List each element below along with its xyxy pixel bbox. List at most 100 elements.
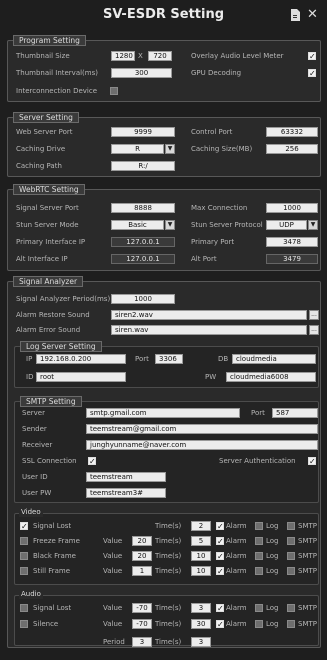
audio-smtp-checkbox[interactable] bbox=[287, 604, 295, 612]
audio-log-checkbox[interactable] bbox=[255, 604, 263, 612]
primary-interface-ip-input[interactable]: 127.0.0.1 bbox=[111, 237, 175, 247]
smtp-sender-input[interactable]: teemstream@gmail.com bbox=[86, 424, 318, 434]
smtp-server-label: Server bbox=[22, 409, 45, 417]
alarm-restore-browse-button[interactable]: ... bbox=[309, 310, 319, 320]
alt-interface-ip-label: Alt Interface IP bbox=[16, 255, 68, 263]
caching-size-input[interactable]: 256 bbox=[266, 144, 318, 154]
max-connection-input[interactable]: 1000 bbox=[266, 203, 318, 213]
log-port-input[interactable]: 3306 bbox=[155, 354, 183, 364]
ssl-connection-checkbox[interactable]: ✓ bbox=[88, 457, 96, 466]
audio-smtp-checkbox[interactable] bbox=[287, 620, 295, 628]
video-value-input[interactable]: 1 bbox=[132, 566, 152, 576]
save-icon[interactable] bbox=[290, 9, 300, 25]
video-time-input[interactable]: 10 bbox=[191, 551, 211, 561]
log-db-input[interactable]: cloudmedia bbox=[232, 354, 316, 364]
analyzer-period-label: Signal Analyzer Period(ms) bbox=[16, 295, 111, 303]
stun-protocol-chevron-down-icon[interactable]: ▼ bbox=[308, 220, 318, 230]
log-pw-input[interactable]: cloudmedia6008 bbox=[226, 372, 316, 382]
smtp-user-pw-label: User PW bbox=[22, 489, 52, 497]
video-log-checkbox[interactable] bbox=[255, 552, 263, 560]
audio-row-checkbox[interactable] bbox=[20, 620, 28, 628]
audio-row-checkbox[interactable] bbox=[20, 604, 28, 612]
video-row-name: Freeze Frame bbox=[33, 537, 80, 545]
video-alarm-checkbox[interactable]: ✓ bbox=[216, 522, 224, 531]
alarm-error-browse-button[interactable]: ... bbox=[309, 325, 319, 335]
stun-mode-chevron-down-icon[interactable]: ▼ bbox=[165, 220, 175, 230]
video-row-checkbox[interactable]: ✓ bbox=[20, 522, 28, 531]
stun-server-mode-select[interactable]: Basic bbox=[111, 220, 164, 230]
server-authentication-checkbox[interactable]: ✓ bbox=[308, 457, 316, 466]
signal-server-port-input[interactable]: 8888 bbox=[111, 203, 175, 213]
video-smtp-checkbox[interactable] bbox=[287, 552, 295, 560]
video-value-input[interactable]: 20 bbox=[132, 536, 152, 546]
audio-value-input[interactable]: -70 bbox=[132, 619, 152, 629]
video-alarm-checkbox[interactable]: ✓ bbox=[216, 537, 224, 546]
video-row-checkbox[interactable] bbox=[20, 552, 28, 560]
smtp-user-pw-input[interactable]: teemstream3# bbox=[86, 488, 166, 498]
audio-period-time-input[interactable]: 3 bbox=[191, 637, 211, 647]
thumbnail-interval-input[interactable]: 300 bbox=[111, 68, 172, 78]
log-id-input[interactable]: root bbox=[36, 372, 126, 382]
video-alarm-checkbox[interactable]: ✓ bbox=[216, 567, 224, 576]
audio-time-input[interactable]: 3 bbox=[191, 603, 211, 613]
overlay-audio-checkbox[interactable]: ✓ bbox=[308, 52, 316, 61]
video-times-label: Time(s) bbox=[155, 552, 182, 560]
control-port-label: Control Port bbox=[191, 128, 233, 136]
video-value-input[interactable]: 20 bbox=[132, 551, 152, 561]
audio-log-label: Log bbox=[266, 620, 279, 628]
video-row-name: Signal Lost bbox=[33, 522, 72, 530]
audio-log-checkbox[interactable] bbox=[255, 620, 263, 628]
video-alarm-checkbox[interactable]: ✓ bbox=[216, 552, 224, 561]
video-smtp-checkbox[interactable] bbox=[287, 567, 295, 575]
audio-row-name: Signal Lost bbox=[33, 604, 72, 612]
video-smtp-checkbox[interactable] bbox=[287, 522, 295, 530]
control-port-input[interactable]: 63332 bbox=[266, 127, 318, 137]
video-time-input[interactable]: 5 bbox=[191, 536, 211, 546]
video-times-label: Time(s) bbox=[155, 567, 182, 575]
audio-value-input[interactable]: -70 bbox=[132, 603, 152, 613]
audio-period-times-label: Time(s) bbox=[155, 638, 182, 646]
web-server-port-input[interactable]: 9999 bbox=[111, 127, 175, 137]
caching-drive-select[interactable]: R bbox=[111, 144, 164, 154]
video-log-checkbox[interactable] bbox=[255, 522, 263, 530]
alt-port-input[interactable]: 3479 bbox=[266, 254, 318, 264]
ssl-connection-label: SSL Connection bbox=[22, 457, 77, 465]
gpu-decoding-checkbox[interactable]: ✓ bbox=[308, 69, 316, 78]
stun-server-protocol-select[interactable]: UDP bbox=[266, 220, 307, 230]
video-log-checkbox[interactable] bbox=[255, 567, 263, 575]
smtp-port-input[interactable]: 587 bbox=[272, 408, 318, 418]
audio-period-input[interactable]: 3 bbox=[132, 637, 152, 647]
video-time-input[interactable]: 10 bbox=[191, 566, 211, 576]
alarm-restore-sound-input[interactable]: siren2.wav bbox=[111, 310, 307, 320]
video-time-input[interactable]: 2 bbox=[191, 521, 211, 531]
video-row-checkbox[interactable] bbox=[20, 537, 28, 545]
alt-interface-ip-input[interactable]: 127.0.0.1 bbox=[111, 254, 175, 264]
program-setting-title: Program Setting bbox=[13, 35, 86, 46]
audio-alarm-checkbox[interactable]: ✓ bbox=[216, 620, 224, 629]
video-smtp-label: SMTP bbox=[298, 522, 317, 530]
caching-path-input[interactable]: R:/ bbox=[111, 161, 175, 171]
smtp-server-input[interactable]: smtp.gmail.com bbox=[86, 408, 240, 418]
primary-port-input[interactable]: 3478 bbox=[266, 237, 318, 247]
alarm-error-sound-input[interactable]: siren.wav bbox=[111, 325, 307, 335]
smtp-receiver-input[interactable]: junghyunname@naver.com bbox=[86, 440, 318, 450]
close-icon[interactable]: ✕ bbox=[307, 8, 318, 22]
audio-alarm-checkbox[interactable]: ✓ bbox=[216, 604, 224, 613]
interconnection-checkbox[interactable] bbox=[110, 87, 118, 95]
audio-times-label: Time(s) bbox=[155, 620, 182, 628]
analyzer-period-input[interactable]: 1000 bbox=[111, 294, 175, 304]
audio-value-label: Value bbox=[103, 620, 123, 628]
stun-server-protocol-label: Stun Server Protocol bbox=[191, 221, 263, 229]
smtp-user-id-input[interactable]: teemstream bbox=[86, 472, 166, 482]
video-row-checkbox[interactable] bbox=[20, 567, 28, 575]
audio-time-input[interactable]: 30 bbox=[191, 619, 211, 629]
log-ip-input[interactable]: 192.168.0.200 bbox=[36, 354, 126, 364]
thumbnail-width-input[interactable]: 1280 bbox=[111, 51, 135, 61]
video-smtp-checkbox[interactable] bbox=[287, 537, 295, 545]
audio-row-name: Silence bbox=[33, 620, 59, 628]
smtp-title: SMTP Setting bbox=[20, 396, 82, 407]
caching-drive-chevron-down-icon[interactable]: ▼ bbox=[165, 144, 175, 154]
thumbnail-height-input[interactable]: 720 bbox=[148, 51, 172, 61]
video-log-checkbox[interactable] bbox=[255, 537, 263, 545]
log-ip-label: IP bbox=[26, 355, 33, 363]
